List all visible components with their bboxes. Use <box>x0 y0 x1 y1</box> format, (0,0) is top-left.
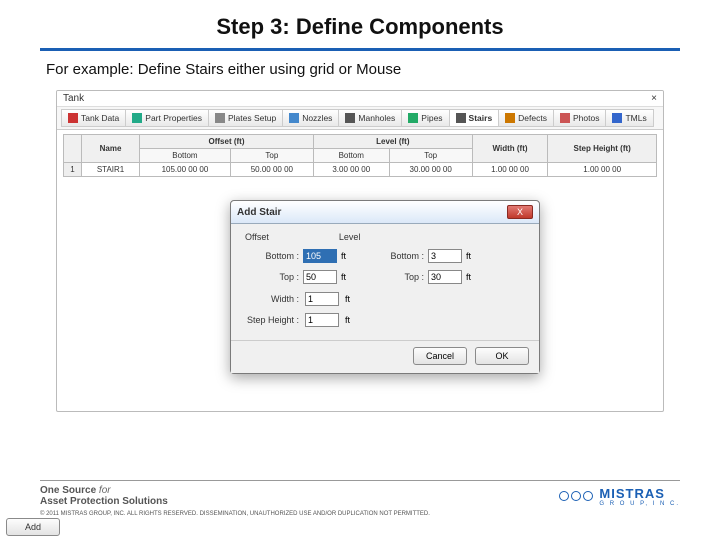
sub-level-bottom: Bottom <box>313 149 389 163</box>
window-title: Tank <box>63 93 84 104</box>
tab-plates-setup[interactable]: Plates Setup <box>208 109 283 127</box>
col-width: Width (ft) <box>472 135 548 163</box>
unit-ft: ft <box>466 272 471 282</box>
stairs-grid[interactable]: Name Offset (ft) Level (ft) Width (ft) S… <box>63 134 657 177</box>
brand-name: MISTRAS <box>599 486 680 501</box>
cell-name[interactable]: STAIR1 <box>82 163 140 177</box>
tab-pipes[interactable]: Pipes <box>401 109 449 127</box>
tab-icon <box>456 113 466 123</box>
tab-stairs[interactable]: Stairs <box>449 109 500 127</box>
grid-area: Name Offset (ft) Level (ft) Width (ft) S… <box>57 130 663 181</box>
cancel-button[interactable]: Cancel <box>413 347 467 365</box>
tab-part-properties[interactable]: Part Properties <box>125 109 209 127</box>
sub-offset-bottom: Bottom <box>140 149 231 163</box>
input-offset-top[interactable] <box>303 270 337 284</box>
cell-lvl-top[interactable]: 30.00 00 00 <box>389 163 472 177</box>
title-underline <box>40 48 680 51</box>
unit-ft: ft <box>341 251 346 261</box>
tab-icon <box>289 113 299 123</box>
cell-off-top[interactable]: 50.00 00 00 <box>230 163 313 177</box>
label-offset-bottom: Bottom : <box>241 251 299 261</box>
tab-icon <box>505 113 515 123</box>
col-level: Level (ft) <box>313 135 472 149</box>
input-step-height[interactable] <box>305 313 339 327</box>
cell-rownum: 1 <box>64 163 82 177</box>
tab-tank-data[interactable]: Tank Data <box>61 109 126 127</box>
tab-label: Tank Data <box>81 113 119 123</box>
tab-icon <box>408 113 418 123</box>
ok-button[interactable]: OK <box>475 347 529 365</box>
slide-title: Step 3: Define Components <box>0 0 720 48</box>
brand-sub: G R O U P, I N C. <box>599 501 680 507</box>
unit-ft: ft <box>345 294 350 304</box>
input-level-top[interactable] <box>428 270 462 284</box>
tab-defects[interactable]: Defects <box>498 109 554 127</box>
mistras-logo: MISTRAS G R O U P, I N C. <box>559 486 680 507</box>
tab-icon <box>612 113 622 123</box>
tab-label: Plates Setup <box>228 113 276 123</box>
col-rownum <box>64 135 82 163</box>
tab-label: TMLs <box>625 113 646 123</box>
input-offset-bottom[interactable] <box>303 249 337 263</box>
label-level-bottom: Bottom : <box>366 251 424 261</box>
dialog-titlebar[interactable]: Add Stair X <box>231 201 539 224</box>
instruction-text: For example: Define Stairs either using … <box>0 61 720 86</box>
footer-divider <box>40 480 680 481</box>
tab-icon <box>132 113 142 123</box>
tab-icon <box>345 113 355 123</box>
tab-nozzles[interactable]: Nozzles <box>282 109 339 127</box>
label-level-top: Top : <box>366 272 424 282</box>
section-level-label: Level <box>339 232 361 242</box>
dialog-close-button[interactable]: X <box>507 205 533 219</box>
col-name: Name <box>82 135 140 163</box>
tab-icon <box>560 113 570 123</box>
col-step: Step Height (ft) <box>548 135 657 163</box>
tab-toolbar: Tank Data Part Properties Plates Setup Nozz… <box>57 107 663 130</box>
sub-offset-top: Top <box>230 149 313 163</box>
logo-icon <box>559 491 593 501</box>
tab-tmls[interactable]: TMLs <box>605 109 653 127</box>
tab-label: Pipes <box>421 113 442 123</box>
input-level-bottom[interactable] <box>428 249 462 263</box>
unit-ft: ft <box>466 251 471 261</box>
cell-step[interactable]: 1.00 00 00 <box>548 163 657 177</box>
tab-label: Manholes <box>358 113 395 123</box>
tab-label: Photos <box>573 113 599 123</box>
col-offset: Offset (ft) <box>140 135 314 149</box>
tab-label: Defects <box>518 113 547 123</box>
window-titlebar: Tank × <box>57 91 663 107</box>
dialog-title: Add Stair <box>237 207 281 218</box>
input-width[interactable] <box>305 292 339 306</box>
tab-photos[interactable]: Photos <box>553 109 606 127</box>
cell-off-bottom[interactable]: 105.00 00 00 <box>140 163 231 177</box>
tagline: One Source for Asset Protection Solution… <box>40 485 168 507</box>
cell-lvl-bottom[interactable]: 3.00 00 00 <box>313 163 389 177</box>
label-offset-top: Top : <box>241 272 299 282</box>
unit-ft: ft <box>341 272 346 282</box>
window-close-icon[interactable]: × <box>651 93 657 104</box>
label-width: Width : <box>241 294 299 304</box>
footer: One Source for Asset Protection Solution… <box>0 476 720 540</box>
tab-label: Nozzles <box>302 113 332 123</box>
cell-width[interactable]: 1.00 00 00 <box>472 163 548 177</box>
tab-icon <box>215 113 225 123</box>
label-step-height: Step Height : <box>241 315 299 325</box>
tab-manholes[interactable]: Manholes <box>338 109 402 127</box>
tab-icon <box>68 113 78 123</box>
unit-ft: ft <box>345 315 350 325</box>
section-offset-label: Offset <box>245 232 269 242</box>
tab-label: Stairs <box>469 113 493 123</box>
copyright-text: © 2011 MISTRAS GROUP, INC. ALL RIGHTS RE… <box>40 511 680 518</box>
sub-level-top: Top <box>389 149 472 163</box>
tab-label: Part Properties <box>145 113 202 123</box>
add-stair-dialog: Add Stair X Offset Level Bottom : ft Bot… <box>230 200 540 374</box>
table-row[interactable]: 1 STAIR1 105.00 00 00 50.00 00 00 3.00 0… <box>64 163 657 177</box>
